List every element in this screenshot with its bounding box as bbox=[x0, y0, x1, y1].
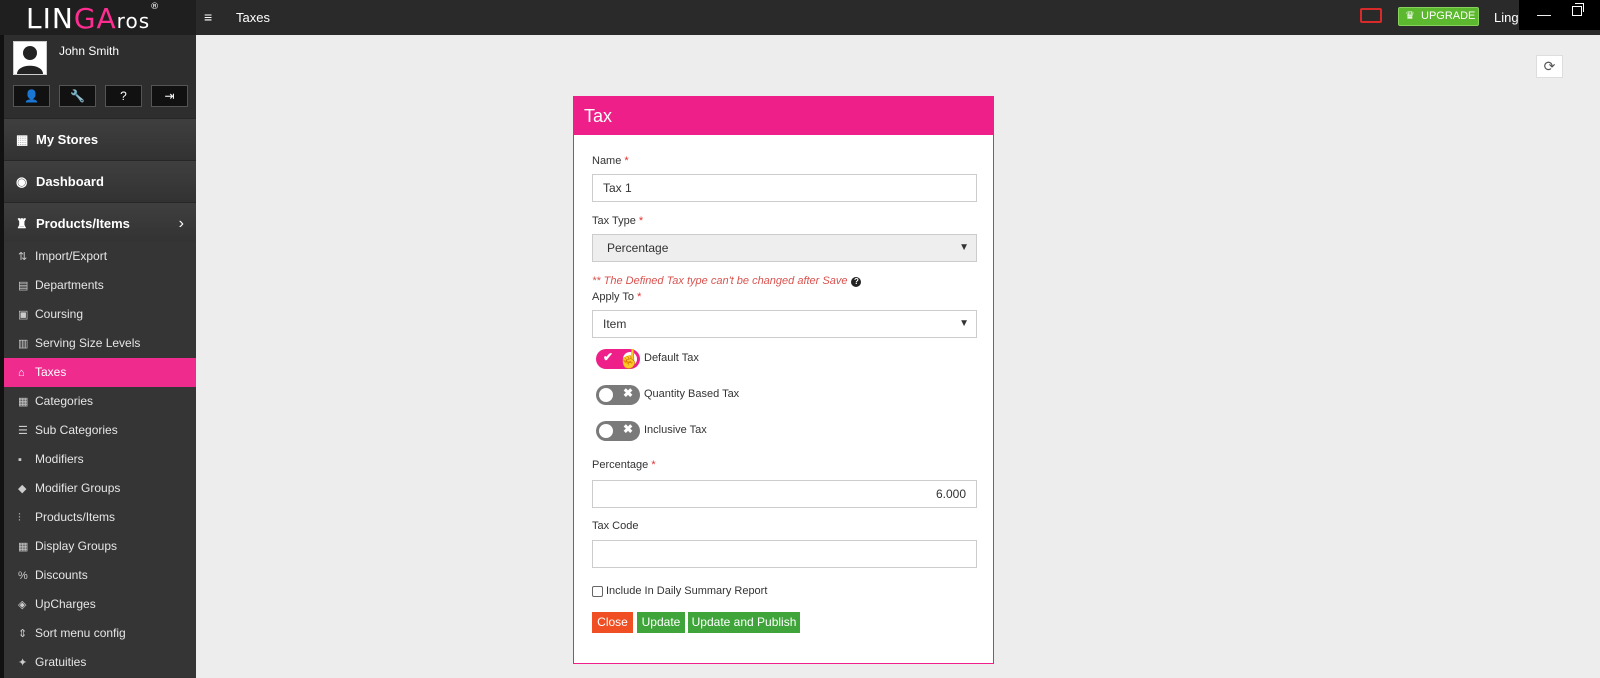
modifier-groups-icon: ◆ bbox=[18, 483, 27, 495]
coursing-icon: ▣ bbox=[18, 309, 29, 321]
daily-summary-checkbox[interactable] bbox=[592, 586, 603, 597]
dashboard-icon: ◉ bbox=[16, 174, 28, 189]
sidebar: John Smith 👤 🔧 ? ⇥ ▦ My Stores ◉ Dashboard… bbox=[0, 35, 196, 678]
hamburger-menu-icon[interactable]: ≡ bbox=[204, 9, 216, 25]
window-controls: — bbox=[1519, 0, 1600, 30]
daily-summary-label: Include In Daily Summary Report bbox=[606, 585, 768, 597]
minimize-icon[interactable]: — bbox=[1537, 6, 1551, 22]
logo-text: LINGAros® bbox=[26, 2, 161, 35]
tax-icon: ⌂ bbox=[18, 367, 25, 379]
upgrade-button[interactable]: ♛ UPGRADE bbox=[1398, 7, 1479, 26]
profile-button[interactable]: 👤 bbox=[13, 85, 50, 107]
help-icon[interactable]: ? bbox=[851, 277, 862, 287]
tax-type-label: Tax Type * bbox=[592, 215, 644, 227]
restore-icon[interactable] bbox=[1572, 3, 1584, 16]
sidebar-item-modifiers[interactable]: ▪ Modifiers bbox=[4, 445, 196, 474]
help-button[interactable]: ? bbox=[105, 85, 142, 107]
name-input[interactable]: Tax 1 bbox=[592, 174, 977, 202]
sidebar-item-sub-categories[interactable]: ☰ Sub Categories bbox=[4, 416, 196, 445]
serving-size-icon: ▥ bbox=[18, 338, 29, 350]
sidebar-item-gratuities[interactable]: ✦ Gratuities bbox=[4, 648, 196, 677]
chevron-down-icon: ▼ bbox=[959, 318, 969, 329]
hand-cursor-icon: ☝ bbox=[618, 349, 641, 369]
tax-type-select[interactable]: Percentage ▼ bbox=[592, 234, 977, 262]
x-icon: ✖ bbox=[622, 422, 633, 436]
refresh-icon: ⟳ bbox=[1543, 58, 1556, 74]
sidebar-item-taxes[interactable]: ⌂ Taxes bbox=[4, 358, 196, 387]
check-icon: ✔ bbox=[603, 350, 614, 364]
update-and-publish-button[interactable]: Update and Publish bbox=[688, 612, 800, 633]
tax-type-warning: ** The Defined Tax type can't be changed… bbox=[592, 275, 862, 287]
sub-categories-icon: ☰ bbox=[18, 425, 28, 437]
products-icon: ⫶ bbox=[18, 512, 21, 524]
modifiers-icon: ▪ bbox=[18, 454, 22, 466]
gratuities-icon: ✦ bbox=[18, 657, 28, 669]
update-button[interactable]: Update bbox=[637, 612, 685, 633]
quantity-based-tax-label: Quantity Based Tax bbox=[644, 388, 740, 400]
tv-alert-icon[interactable] bbox=[1360, 8, 1382, 23]
wrench-icon: 🔧 bbox=[70, 89, 85, 103]
sidebar-item-display-groups[interactable]: ▦ Display Groups bbox=[4, 532, 196, 561]
default-tax-label: Default Tax bbox=[644, 352, 699, 364]
linga-logo[interactable]: LINGAros® bbox=[0, 0, 196, 35]
chevron-right-icon: › bbox=[178, 215, 184, 232]
sidebar-item-modifier-groups[interactable]: ◆ Modifier Groups bbox=[4, 474, 196, 503]
percentage-input[interactable]: 6.000 bbox=[592, 480, 977, 508]
crown-icon: ♛ bbox=[1405, 10, 1415, 22]
avatar[interactable] bbox=[13, 41, 47, 75]
store-icon: ▦ bbox=[16, 132, 29, 147]
discounts-icon: % bbox=[18, 570, 28, 582]
tax-code-input[interactable] bbox=[592, 540, 977, 568]
sidebar-item-discounts[interactable]: % Discounts bbox=[4, 561, 196, 590]
close-button[interactable]: Close bbox=[592, 612, 633, 633]
sidebar-item-categories[interactable]: ▦ Categories bbox=[4, 387, 196, 416]
import-export-icon: ⇅ bbox=[18, 251, 28, 263]
logout-button[interactable]: ⇥ bbox=[151, 85, 188, 107]
user-name: John Smith bbox=[59, 44, 120, 58]
sidebar-item-products-items-sub[interactable]: ⫶ Products/Items bbox=[4, 503, 196, 532]
sidebar-edge bbox=[0, 35, 4, 678]
sidebar-item-upcharges[interactable]: ◈ UpCharges bbox=[4, 590, 196, 619]
apply-to-label: Apply To * bbox=[592, 291, 642, 303]
inclusive-tax-label: Inclusive Tax bbox=[644, 424, 707, 436]
x-icon: ✖ bbox=[622, 386, 633, 400]
modal-title: Tax bbox=[574, 97, 993, 135]
sidebar-item-sort-menu-config[interactable]: ⇕ Sort menu config bbox=[4, 619, 196, 648]
departments-icon: ▤ bbox=[18, 280, 29, 292]
sidebar-item-departments[interactable]: ▤ Departments bbox=[4, 271, 196, 300]
sidebar-item-import-export[interactable]: ⇅ Import/Export bbox=[4, 242, 196, 271]
tag-icon: ◈ bbox=[18, 599, 27, 611]
tools-button[interactable]: 🔧 bbox=[59, 85, 96, 107]
basket-icon: ♜ bbox=[16, 216, 28, 231]
apply-to-select[interactable]: Item ▼ bbox=[592, 310, 977, 338]
top-bar: LINGAros® ≡ Taxes ♛ UPGRADE Linga — bbox=[0, 0, 1600, 35]
name-label: Name * bbox=[592, 155, 629, 167]
inclusive-tax-toggle[interactable]: ✖ bbox=[596, 421, 640, 441]
tax-code-label: Tax Code bbox=[592, 520, 639, 532]
chevron-down-icon: ▼ bbox=[959, 242, 969, 253]
user-panel: John Smith 👤 🔧 ? ⇥ bbox=[4, 35, 196, 118]
user-icon: 👤 bbox=[24, 89, 39, 103]
refresh-button[interactable]: ⟳ bbox=[1536, 55, 1563, 78]
sidebar-item-serving-size-levels[interactable]: ▥ Serving Size Levels bbox=[4, 329, 196, 358]
tax-modal: Tax Name * Tax 1 Tax Type * Percentage ▼… bbox=[573, 96, 994, 664]
percentage-label: Percentage * bbox=[592, 459, 656, 471]
sidebar-item-coursing[interactable]: ▣ Coursing bbox=[4, 300, 196, 329]
display-groups-icon: ▦ bbox=[18, 541, 29, 553]
sort-icon: ⇕ bbox=[18, 628, 28, 640]
categories-icon: ▦ bbox=[18, 396, 29, 408]
page-title: Taxes bbox=[236, 10, 270, 25]
logout-icon: ⇥ bbox=[164, 89, 175, 103]
sidebar-item-my-stores[interactable]: ▦ My Stores bbox=[4, 118, 196, 160]
help-icon: ? bbox=[120, 89, 127, 103]
sidebar-item-dashboard[interactable]: ◉ Dashboard bbox=[4, 160, 196, 202]
sidebar-item-products-items[interactable]: ♜ Products/Items › bbox=[4, 202, 196, 244]
quantity-based-tax-toggle[interactable]: ✖ bbox=[596, 385, 640, 405]
